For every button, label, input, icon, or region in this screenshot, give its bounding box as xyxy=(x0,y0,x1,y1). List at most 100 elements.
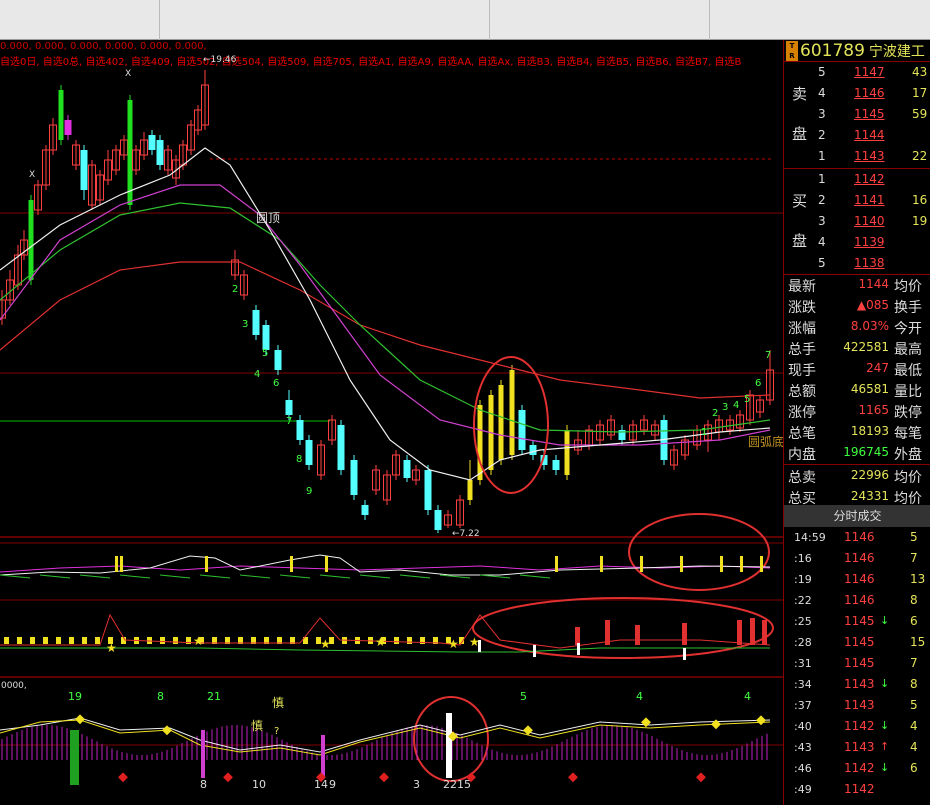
ask-level: 2 xyxy=(818,128,826,142)
indicator-bar xyxy=(69,637,74,644)
toolbar xyxy=(0,0,930,40)
trade-time: :22 xyxy=(794,594,812,607)
count-label: 7 xyxy=(765,350,771,361)
bid-row[interactable]: 1 1142 xyxy=(784,169,930,190)
trade-time: :43 xyxy=(794,741,812,754)
ask-volume: 17 xyxy=(912,86,928,100)
toolbar-segment[interactable] xyxy=(160,0,490,40)
stat-value: 422581 xyxy=(843,340,889,354)
diamond-marker xyxy=(756,715,766,726)
indicator-bar xyxy=(740,556,743,572)
count-label: 8 xyxy=(296,454,302,465)
diamond-marker xyxy=(223,772,233,783)
indicator-bar xyxy=(160,637,165,644)
candle xyxy=(552,460,560,470)
stock-name: 宁波建工 xyxy=(868,43,925,60)
trade-row[interactable]: :25 1145 ↓ 6 xyxy=(784,611,930,632)
stat-label: 涨停 xyxy=(788,405,816,421)
round-bottom-label: 圆弧底 xyxy=(748,434,783,449)
indicator-bar xyxy=(683,648,686,660)
ask-volume: 43 xyxy=(912,65,928,79)
indicator-bar xyxy=(446,713,452,778)
bid-row[interactable]: 5 1138 xyxy=(784,253,930,274)
count-label: 3 xyxy=(242,319,248,330)
toolbar-segment[interactable] xyxy=(710,0,930,40)
stat-row: 总额 46581 量比 xyxy=(784,380,930,401)
bid-row[interactable]: 4 1139 xyxy=(784,232,930,253)
candle xyxy=(80,150,88,190)
bottom-number: 4 xyxy=(636,690,643,703)
trade-volume: 6 xyxy=(910,614,918,628)
indicator-bar xyxy=(17,637,22,644)
candle xyxy=(350,460,358,495)
stat-label-2: 每笔 xyxy=(894,426,922,442)
indicator-bar xyxy=(201,730,205,778)
count-label: 1 xyxy=(701,427,707,438)
ask-level: 1 xyxy=(818,149,826,163)
trades-header[interactable]: 分时成交 xyxy=(784,505,930,527)
trade-row[interactable]: :19 1146 13 xyxy=(784,569,930,590)
indicator-bar xyxy=(120,556,123,572)
stat-row: 最新 1144 均价 xyxy=(784,275,930,296)
diamond-marker xyxy=(696,772,706,783)
diamond-marker xyxy=(568,772,578,783)
round-top-label: 圆顶 xyxy=(256,211,280,225)
ask-row[interactable]: 1 1143 22 xyxy=(784,146,930,167)
bottom-number: 5 xyxy=(520,690,527,703)
star-icon: ★ xyxy=(193,634,204,648)
trade-price: 1145 xyxy=(844,656,875,670)
trade-row[interactable]: :31 1145 7 xyxy=(784,653,930,674)
star-icon: ★ xyxy=(375,635,386,649)
trade-row[interactable]: :43 1143 ↑ 4 xyxy=(784,737,930,758)
trade-row[interactable]: :28 1145 15 xyxy=(784,632,930,653)
trade-row[interactable]: :40 1142 ↓ 4 xyxy=(784,716,930,737)
indicator-bar xyxy=(30,637,35,644)
count-label: 6 xyxy=(755,378,761,389)
bottom-number: 4 xyxy=(744,690,751,703)
candle xyxy=(509,370,515,455)
trade-volume: 8 xyxy=(910,677,918,691)
indicator-bar xyxy=(600,556,603,572)
ma-line xyxy=(0,184,771,446)
mid-axis-value: 0000, xyxy=(1,681,27,691)
trade-row[interactable]: :46 1142 ↓ 6 xyxy=(784,758,930,779)
indicator-line xyxy=(39,574,71,579)
bid-level: 4 xyxy=(818,235,826,249)
stat-row: 涨停 1165 跌停 xyxy=(784,401,930,422)
ask-row[interactable]: 3 1145 59 xyxy=(784,104,930,125)
trade-row[interactable]: :37 1143 5 xyxy=(784,695,930,716)
indicator-bar xyxy=(325,556,328,572)
trade-volume: 6 xyxy=(910,761,918,775)
bid-level: 5 xyxy=(818,256,826,270)
star-icon: ★ xyxy=(106,641,117,655)
trough-label: ←7.22 xyxy=(452,529,480,539)
indicator-bar xyxy=(290,556,293,572)
stat-label-2: 量比 xyxy=(894,384,922,400)
stat-label-2: 外盘 xyxy=(894,447,922,463)
stat-value: 1165 xyxy=(858,403,889,417)
bottom-number: 9 xyxy=(329,778,336,791)
bid-row[interactable]: 2 1141 16 xyxy=(784,190,930,211)
trade-row[interactable]: :22 1146 8 xyxy=(784,590,930,611)
stat-value: 8.03% xyxy=(850,319,889,333)
tr-badge[interactable]: T R xyxy=(786,40,798,61)
ask-row[interactable]: 5 1147 43 xyxy=(784,62,930,83)
stat-label-2: 最低 xyxy=(894,363,922,379)
toolbar-segment[interactable] xyxy=(0,0,160,40)
kline-chart[interactable]: ←19.46 ←7.22 圆顶 圆弧底 X X 0000, 2 3 5 4 6 … xyxy=(0,40,783,805)
trade-row[interactable]: 14:59 1146 5 xyxy=(784,527,930,548)
stat-value: 196745 xyxy=(843,445,889,459)
indicator-bar xyxy=(555,556,558,572)
candle xyxy=(296,420,304,440)
bid-row[interactable]: 3 1140 19 xyxy=(784,211,930,232)
trade-price: 1145 xyxy=(844,614,875,628)
trade-row[interactable]: :16 1146 7 xyxy=(784,548,930,569)
ask-row[interactable]: 4 1146 17 xyxy=(784,83,930,104)
diamond-marker xyxy=(711,719,721,730)
trade-row[interactable]: :34 1143 ↓ 8 xyxy=(784,674,930,695)
trade-row[interactable]: :49 1142 xyxy=(784,779,930,800)
ask-row[interactable]: 2 1144 xyxy=(784,125,930,146)
stat-label: 涨跌 xyxy=(788,300,816,316)
toolbar-segment[interactable] xyxy=(490,0,710,40)
ask-price: 1145 xyxy=(854,107,885,121)
